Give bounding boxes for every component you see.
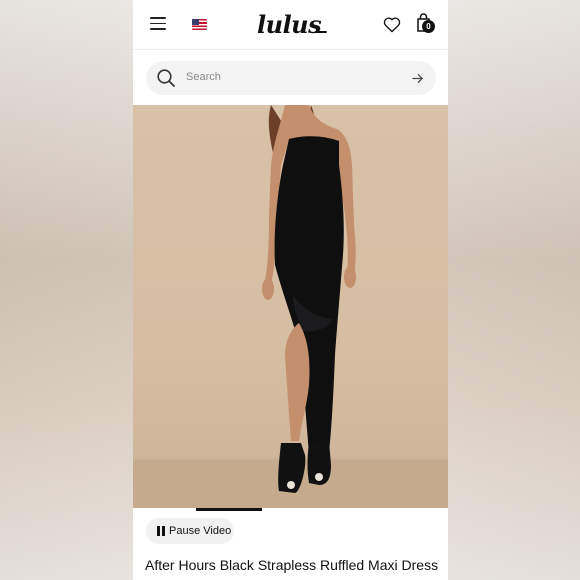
background-blur-right xyxy=(448,0,580,580)
lulus-logo[interactable]: lulus xyxy=(257,8,327,42)
video-progress-bar[interactable] xyxy=(133,508,448,511)
heart-icon[interactable] xyxy=(383,16,401,33)
us-flag-icon[interactable] xyxy=(192,19,207,30)
pause-video-button[interactable]: Pause Video xyxy=(146,518,234,544)
pause-icon xyxy=(157,526,165,536)
mobile-page: lulus 0 Search Pause Video After Hours B… xyxy=(133,0,448,580)
search-icon xyxy=(157,69,175,87)
product-video[interactable] xyxy=(133,105,448,509)
site-header: lulus 0 xyxy=(133,0,448,50)
hamburger-menu-icon[interactable] xyxy=(150,17,166,30)
product-title: After Hours Black Strapless Ruffled Maxi… xyxy=(145,557,439,573)
background-blur-left xyxy=(0,0,133,580)
search-input[interactable]: Search xyxy=(146,61,436,95)
logo-underline xyxy=(315,31,327,33)
search-placeholder: Search xyxy=(186,71,221,83)
logo-text: lulus xyxy=(257,10,322,39)
arrow-right-icon[interactable] xyxy=(411,72,424,85)
video-progress-fill xyxy=(196,508,262,511)
model-in-black-dress xyxy=(262,105,356,493)
pause-video-label: Pause Video xyxy=(169,525,232,537)
bag-count-badge: 0 xyxy=(422,20,435,33)
